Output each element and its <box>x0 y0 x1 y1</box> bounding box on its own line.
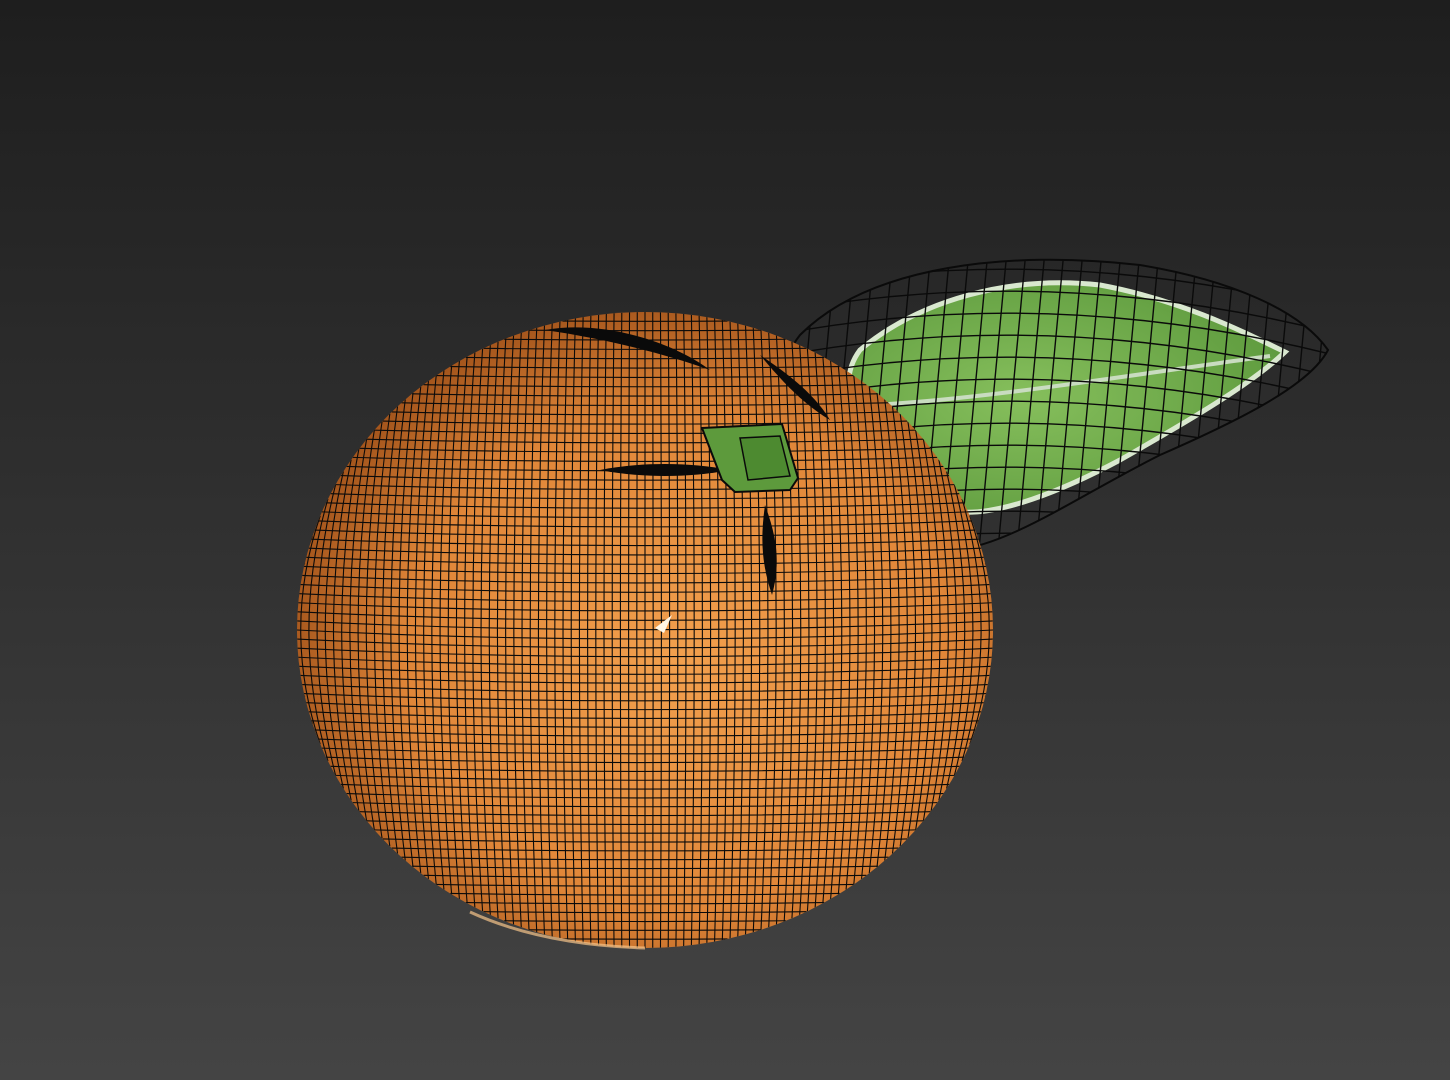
3d-viewport[interactable] <box>0 0 1450 1080</box>
scene-render <box>297 258 1330 950</box>
